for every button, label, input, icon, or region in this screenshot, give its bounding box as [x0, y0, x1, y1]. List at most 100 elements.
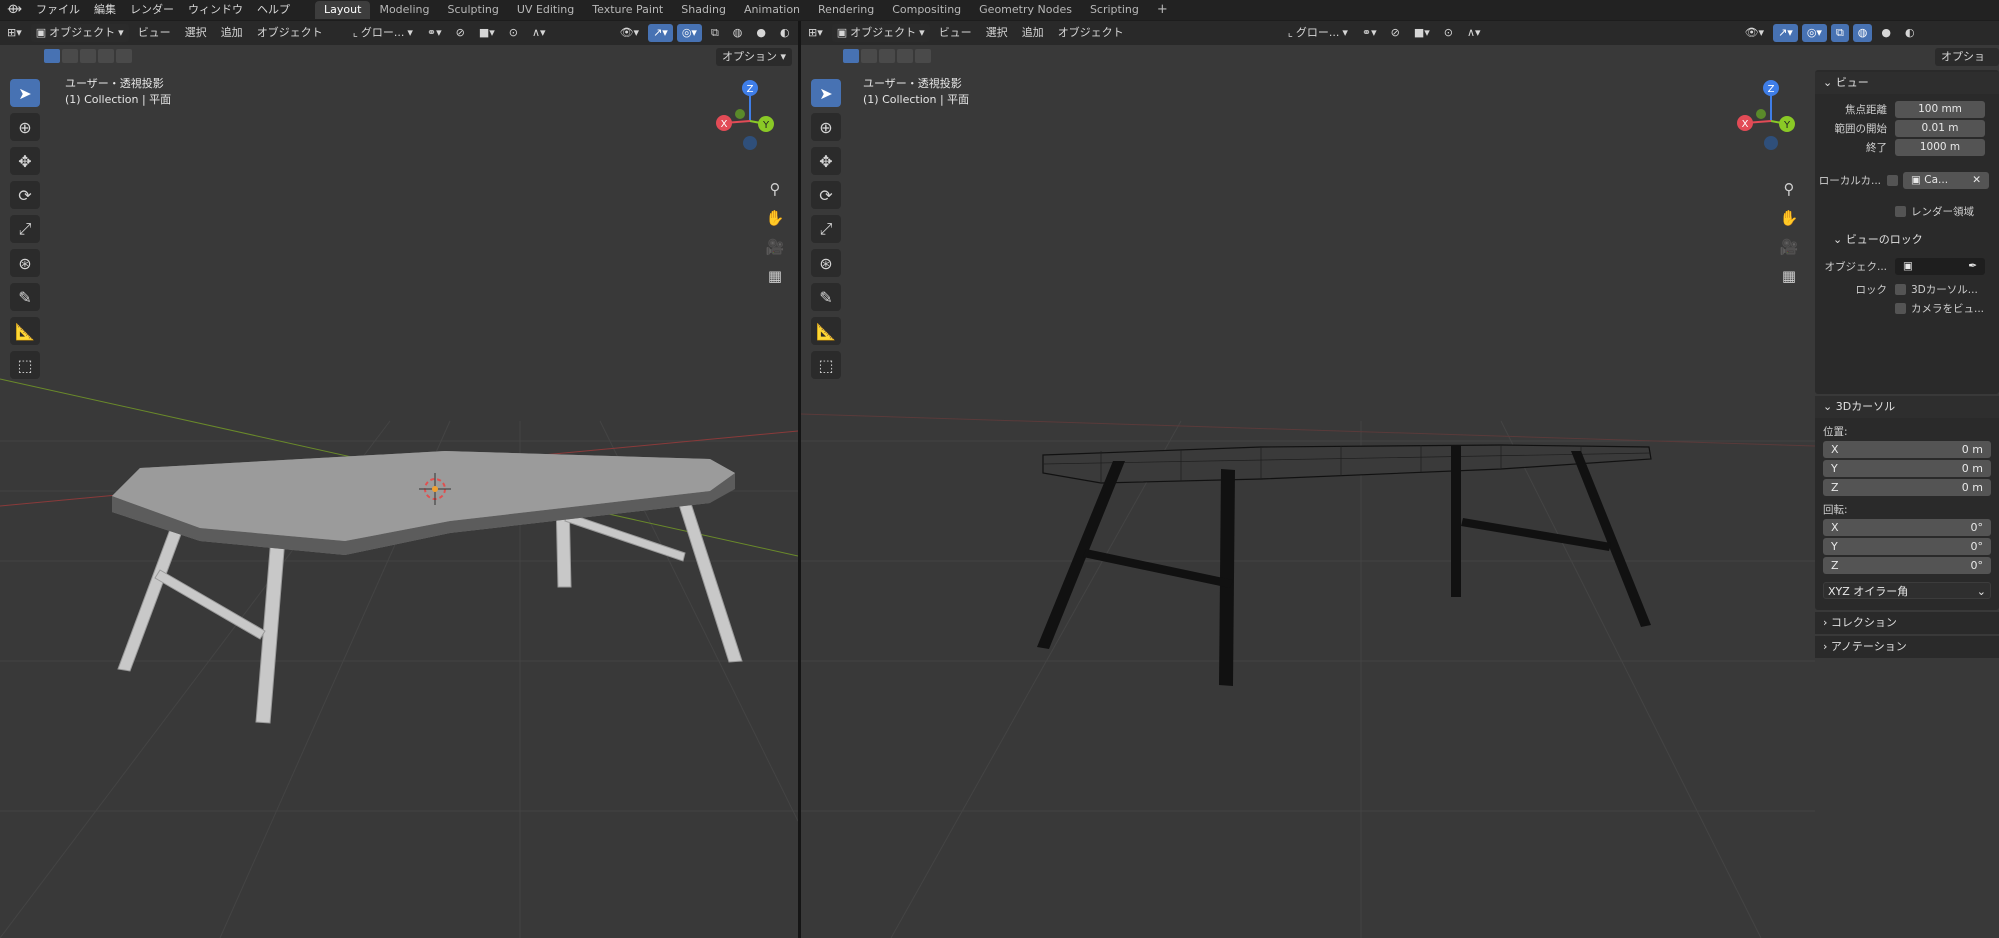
proportional-edit-icon[interactable]: ⊙ — [504, 24, 523, 42]
transform-tool-icon[interactable]: ⊛ — [10, 249, 40, 277]
xray-icon[interactable]: ⧉ — [1830, 24, 1849, 42]
overlay-toggle-icon[interactable]: ◎▾ — [1801, 24, 1827, 42]
gizmo-toggle-icon[interactable]: ↗▾ — [648, 24, 673, 42]
tab-texture-paint[interactable]: Texture Paint — [583, 1, 672, 19]
tab-scripting[interactable]: Scripting — [1081, 1, 1148, 19]
cursor-rot-x-field[interactable]: X 0° — [1823, 519, 1991, 536]
select-tool-icon[interactable]: ➤ — [811, 79, 841, 107]
select-extend-icon[interactable] — [861, 49, 877, 63]
editor-type-icon[interactable]: ⊞▾ — [2, 24, 27, 42]
tab-animation[interactable]: Animation — [735, 1, 809, 19]
cursor-rot-y-field[interactable]: Y 0° — [1823, 538, 1991, 555]
lock-object-field[interactable]: ▣ ✒ — [1895, 258, 1985, 275]
menu-view[interactable]: ビュー — [934, 24, 977, 42]
cursor-tool-icon[interactable]: ⊕ — [10, 113, 40, 141]
snap-target-icon[interactable]: ■▾ — [474, 24, 500, 42]
cursor-x-field[interactable]: X0 m — [1823, 441, 1991, 458]
blender-logo-icon[interactable]: ⟴ — [0, 0, 29, 20]
select-intersect-icon[interactable] — [116, 49, 132, 63]
grid-perspective-icon[interactable]: ▦ — [1776, 263, 1802, 289]
menu-render[interactable]: レンダー — [123, 0, 181, 20]
tab-geometry-nodes[interactable]: Geometry Nodes — [970, 1, 1081, 19]
grid-perspective-icon[interactable]: ▦ — [762, 263, 788, 289]
pivot-icon[interactable]: ⚭▾ — [422, 24, 447, 42]
tab-layout[interactable]: Layout — [315, 1, 371, 19]
editor-type-icon[interactable]: ⊞▾ — [803, 24, 828, 42]
menu-select[interactable]: 選択 — [180, 24, 212, 42]
menu-window[interactable]: ウィンドウ — [181, 0, 250, 20]
shading-solid-icon[interactable]: ● — [751, 24, 771, 42]
mode-dropdown[interactable]: ▣ オブジェクト ▾ — [30, 24, 129, 42]
pan-hand-icon[interactable]: ✋ — [1776, 205, 1802, 231]
add-cube-tool-icon[interactable]: ⬚ — [10, 351, 40, 379]
visibility-icon[interactable]: 👁▾ — [1740, 24, 1770, 42]
cursor-rot-z-field[interactable]: Z 0° — [1823, 557, 1991, 574]
menu-edit[interactable]: 編集 — [87, 0, 123, 20]
tab-sculpting[interactable]: Sculpting — [439, 1, 508, 19]
falloff-icon[interactable]: ∧▾ — [1462, 24, 1486, 42]
select-new-icon[interactable] — [843, 49, 859, 63]
measure-tool-icon[interactable]: 📐 — [10, 317, 40, 345]
snap-target-icon[interactable]: ■▾ — [1409, 24, 1435, 42]
shading-wireframe-icon[interactable]: ◍ — [728, 24, 748, 42]
annotate-tool-icon[interactable]: ✎ — [10, 283, 40, 311]
select-intersect-icon[interactable] — [915, 49, 931, 63]
lock-3d-cursor-checkbox[interactable] — [1895, 284, 1906, 295]
mode-dropdown[interactable]: ▣ オブジェクト ▾ — [831, 24, 930, 42]
xray-icon[interactable]: ⧉ — [706, 24, 724, 42]
menu-object[interactable]: オブジェクト — [252, 24, 328, 42]
cursor-y-field[interactable]: Y0 m — [1823, 460, 1991, 477]
overlay-toggle-icon[interactable]: ◎▾ — [676, 24, 702, 42]
scale-tool-icon[interactable]: ⤢ — [811, 215, 841, 243]
zoom-icon[interactable]: ⚲ — [762, 176, 788, 202]
shading-material-icon[interactable]: ◐ — [775, 24, 795, 42]
pan-hand-icon[interactable]: ✋ — [762, 205, 788, 231]
view-lock-header[interactable]: ⌄ ビューのロック — [1815, 229, 1999, 251]
scale-tool-icon[interactable]: ⤢ — [10, 215, 40, 243]
cursor-tool-icon[interactable]: ⊕ — [811, 113, 841, 141]
navigation-gizmo[interactable]: Z Y X — [710, 76, 790, 171]
move-tool-icon[interactable]: ✥ — [811, 147, 841, 175]
eyedropper-icon[interactable]: ✒ — [1968, 258, 1977, 275]
tab-uv-editing[interactable]: UV Editing — [508, 1, 583, 19]
select-invert-icon[interactable] — [98, 49, 114, 63]
viewport-left[interactable]: ⊞▾ ▣ オブジェクト ▾ ビュー 選択 追加 オブジェクト ⌞ グロー... ▾ ⚭▾… — [0, 21, 798, 938]
local-camera-field[interactable]: ▣ Ca... ✕ — [1903, 172, 1989, 189]
rotate-tool-icon[interactable]: ⟳ — [10, 181, 40, 209]
view-section-header[interactable]: ⌄ ビュー — [1815, 72, 1999, 94]
proportional-edit-icon[interactable]: ⊙ — [1439, 24, 1458, 42]
menu-help[interactable]: ヘルプ — [250, 0, 297, 20]
gizmo-toggle-icon[interactable]: ↗▾ — [1773, 24, 1798, 42]
shading-solid-icon[interactable]: ● — [1876, 24, 1896, 42]
visibility-icon[interactable]: 👁▾ — [615, 24, 645, 42]
transform-tool-icon[interactable]: ⊛ — [811, 249, 841, 277]
snap-icon[interactable]: ⊘ — [1386, 24, 1405, 42]
zoom-icon[interactable]: ⚲ — [1776, 176, 1802, 202]
annotate-tool-icon[interactable]: ✎ — [811, 283, 841, 311]
lock-camera-checkbox[interactable] — [1895, 303, 1906, 314]
menu-select[interactable]: 選択 — [981, 24, 1013, 42]
rotate-tool-icon[interactable]: ⟳ — [811, 181, 841, 209]
menu-add[interactable]: 追加 — [216, 24, 248, 42]
options-dropdown[interactable]: オプション ▾ — [716, 48, 793, 66]
orientation-dropdown[interactable]: ⌞ グロー... ▾ — [1283, 24, 1353, 42]
clear-icon[interactable]: ✕ — [1972, 172, 1981, 189]
select-extend-icon[interactable] — [62, 49, 78, 63]
select-new-icon[interactable] — [44, 49, 60, 63]
camera-icon[interactable]: 🎥 — [1776, 234, 1802, 260]
annotation-section-header[interactable]: › アノテーション — [1815, 636, 1999, 658]
local-camera-checkbox[interactable] — [1887, 175, 1898, 186]
select-tool-icon[interactable]: ➤ — [10, 79, 40, 107]
pivot-icon[interactable]: ⚭▾ — [1357, 24, 1382, 42]
tab-modeling[interactable]: Modeling — [370, 1, 438, 19]
shading-wireframe-icon[interactable]: ◍ — [1852, 24, 1873, 42]
menu-add[interactable]: 追加 — [1017, 24, 1049, 42]
move-tool-icon[interactable]: ✥ — [10, 147, 40, 175]
cursor-z-field[interactable]: Z0 m — [1823, 479, 1991, 496]
add-workspace-button[interactable]: + — [1148, 1, 1177, 19]
falloff-icon[interactable]: ∧▾ — [527, 24, 551, 42]
rotation-mode-dropdown[interactable]: XYZ オイラー角 ⌄ — [1823, 582, 1991, 599]
tab-compositing[interactable]: Compositing — [883, 1, 970, 19]
render-region-checkbox[interactable] — [1895, 206, 1906, 217]
select-subtract-icon[interactable] — [879, 49, 895, 63]
